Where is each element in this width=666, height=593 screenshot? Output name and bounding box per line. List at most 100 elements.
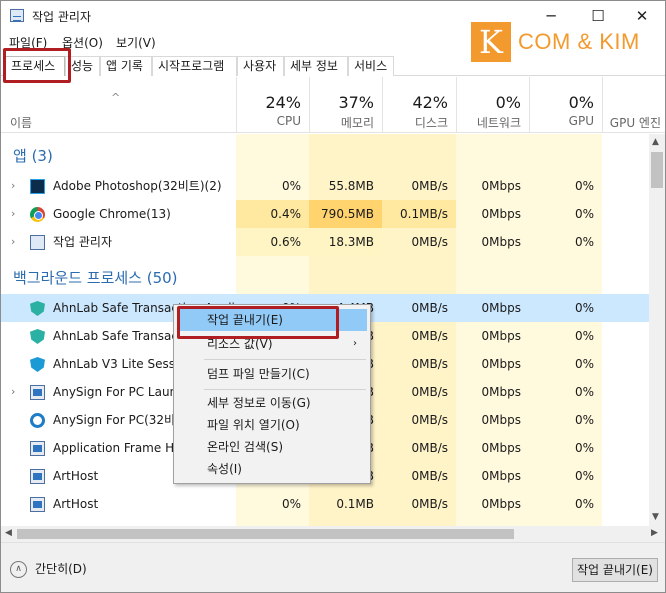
window-title: 작업 관리자 [32,10,92,24]
chrome-icon [30,207,45,222]
network-value: 0Mbps [481,357,521,371]
disk-value: 0MB/s [411,179,448,193]
gpu-value: 0% [574,441,594,455]
task-manager-window: 작업 관리자 ─ ☐ ✕ 파일(F) 옵션(O) 보기(V) K COM & K… [0,0,666,593]
header-gpu-engine-pct [603,77,661,112]
process-name: Application Frame Ho [53,441,182,455]
header-cpu[interactable]: 24% CPU [236,77,309,133]
process-name: Adobe Photoshop(32비트)(2) [53,179,222,193]
network-value: 0Mbps [481,235,521,249]
tab-users[interactable]: 사용자 [237,56,284,76]
vertical-scrollbar[interactable]: ▲ ▼ [649,134,665,526]
disk-value: 0MB/s [411,301,448,315]
sort-arrow-icon: ^ [111,91,121,104]
process-name: AnySign For PC(32비트 [53,413,187,427]
network-value: 0Mbps [481,497,521,511]
gpu-value: 0% [574,235,594,249]
vertical-scroll-thumb[interactable] [651,152,663,188]
app-window-icon [30,469,45,484]
gpu-value: 0% [574,497,594,511]
table-row[interactable]: › Adobe Photoshop(32비트)(2) 0% 55.8MB 0MB… [1,172,649,200]
scroll-down-icon[interactable]: ▼ [652,512,659,522]
header-disk[interactable]: 42% 디스크 [382,77,456,133]
menu-item-resource-values-label: 리소스 값(V) [207,337,273,351]
horizontal-scroll-thumb[interactable] [17,529,514,539]
tab-startup[interactable]: 시작프로그램 [152,56,237,76]
network-value: 0Mbps [481,329,521,343]
cpu-value: 0.6% [236,228,309,256]
process-name: 작업 관리자 [53,235,113,249]
footer-bar: ∧ 간단히(D) 작업 끝내기(E) [1,542,665,592]
table-row[interactable]: › Google Chrome(13) 0.4% 790.5MB 0.1MB/s… [1,200,649,228]
cpu-value: 0% [281,179,301,193]
disk-value: 0MB/s [411,469,448,483]
expand-chevron-icon[interactable]: › [11,378,15,406]
disk-value: 0MB/s [411,357,448,371]
header-network[interactable]: 0% 네트워크 [456,77,529,133]
memory-value: 18.3MB [309,228,382,256]
header-memory-label: 메모리 [340,116,374,130]
scroll-up-icon[interactable]: ▲ [652,137,659,147]
network-value: 0Mbps [481,207,521,221]
process-name: Google Chrome(13) [53,207,171,221]
group-apps[interactable]: 앱 (3) [13,142,53,170]
expand-chevron-icon[interactable]: › [11,200,15,228]
disk-value: 0MB/s [411,235,448,249]
disk-value: 0MB/s [411,385,448,399]
process-name: ArtHost [53,497,99,511]
task-manager-icon [30,235,45,250]
photoshop-icon [30,179,45,194]
network-value: 0Mbps [481,441,521,455]
scroll-right-icon[interactable]: ▶ [651,528,658,538]
logo-text: COM & KIM [518,29,640,54]
header-gpu[interactable]: 0% GPU [529,77,602,133]
header-gpu-engine[interactable]: GPU 엔진 [602,77,665,133]
fewer-details-label: 간단히(D) [35,562,87,576]
disk-value: 0MB/s [411,441,448,455]
disk-value: 0MB/s [411,413,448,427]
expand-chevron-icon[interactable]: › [11,172,15,200]
tab-details[interactable]: 세부 정보 [284,56,348,76]
header-cpu-label: CPU [276,114,301,128]
ahnlab-shield-icon [30,301,45,316]
menu-item-go-to-details[interactable]: 세부 정보로 이동(G) [177,392,367,414]
memory-value: 0.1MB [336,497,374,511]
header-memory[interactable]: 37% 메모리 [309,77,382,133]
end-task-button[interactable]: 작업 끝내기(E) [572,558,658,582]
submenu-arrow-icon: › [353,338,357,349]
tab-app-history[interactable]: 앱 기록 [100,56,152,76]
table-row[interactable]: › 작업 관리자 0.6% 18.3MB 0MB/s 0Mbps 0% [1,228,649,256]
network-value: 0Mbps [481,179,521,193]
scroll-left-icon[interactable]: ◀ [5,528,12,538]
menu-separator [204,389,366,390]
group-background[interactable]: 백그라운드 프로세스 (50) [13,264,178,292]
cpu-value: 0% [281,497,301,511]
app-window-icon [30,385,45,400]
network-value: 0Mbps [481,301,521,315]
menu-item-open-file-location[interactable]: 파일 위치 열기(O) [177,414,367,436]
header-network-pct: 0% [495,93,521,112]
disk-value: 0MB/s [411,497,448,511]
memory-value: 790.5MB [309,200,382,228]
menu-item-create-dump[interactable]: 덤프 파일 만들기(C) [177,363,367,385]
tab-services[interactable]: 서비스 [348,56,394,76]
menu-item-search-online[interactable]: 온라인 검색(S) [177,436,367,458]
fewer-details-toggle[interactable]: ∧ 간단히(D) [10,560,87,578]
table-row[interactable]: ArtHost 0% 0.1MB 0MB/s 0Mbps 0% [1,490,649,518]
menu-view[interactable]: 보기(V) [116,34,156,51]
ahnlab-shield-icon [30,329,45,344]
header-disk-pct: 42% [412,93,448,112]
menu-separator [204,359,366,360]
header-memory-pct: 37% [338,93,374,112]
menu-item-properties[interactable]: 속성(I) [177,458,367,480]
header-gpu-engine-label: GPU 엔진 [609,116,661,130]
gpu-value: 0% [574,179,594,193]
anysign-ring-icon [30,413,45,428]
disk-value: 0MB/s [411,329,448,343]
header-disk-label: 디스크 [414,116,448,130]
expand-chevron-icon[interactable]: › [11,228,15,256]
v3-shield-icon [30,357,45,372]
horizontal-scrollbar[interactable]: ◀ ▶ [1,526,665,542]
disk-value: 0.1MB/s [382,200,456,228]
header-name[interactable]: 이름 [10,114,32,131]
